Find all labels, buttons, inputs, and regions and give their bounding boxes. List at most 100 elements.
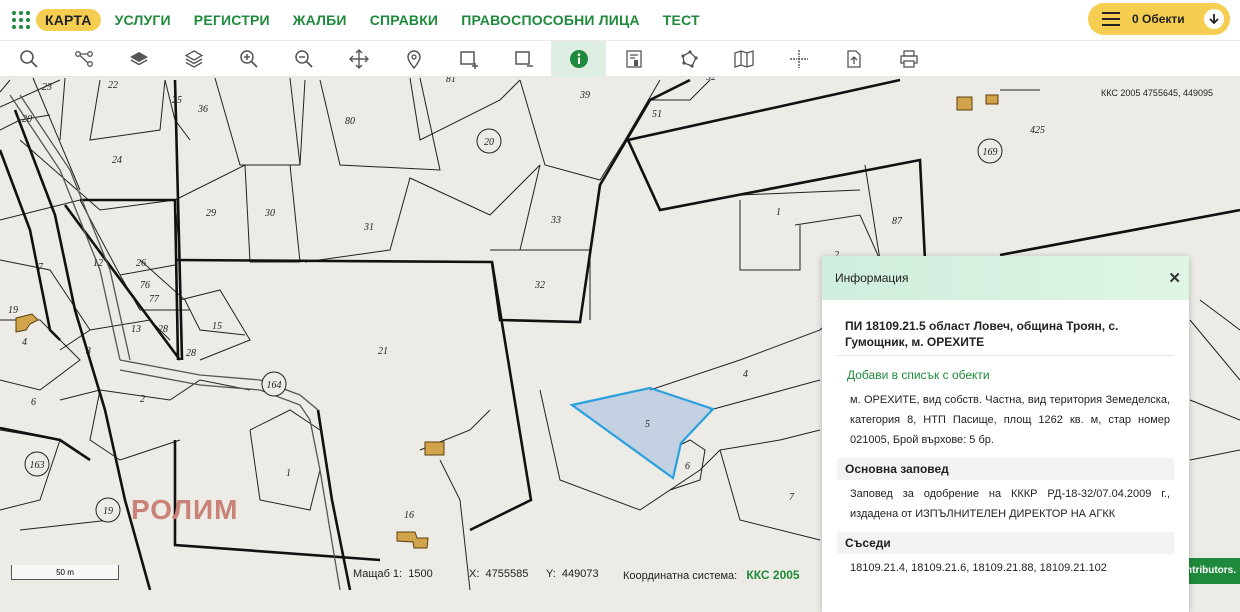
svg-text:13: 13 [131,324,141,335]
svg-text:16: 16 [404,510,414,521]
top-navigation: КАРТА УСЛУГИ РЕГИСТРИ ЖАЛБИ СПРАВКИ ПРАВ… [0,0,1240,40]
svg-text:1: 1 [776,207,781,218]
svg-text:5: 5 [645,419,650,430]
order-section-title: Основна заповед [837,458,1174,480]
svg-text:12: 12 [93,258,103,269]
coordinate-system-value: ККС 2005 [746,568,800,582]
svg-text:15: 15 [212,321,222,332]
svg-text:23: 23 [42,82,52,93]
svg-text:22: 22 [108,80,118,91]
search-icon[interactable] [1,41,56,77]
svg-text:76: 76 [140,280,150,291]
parcel-details: м. ОРЕХИТЕ, вид собств. Частна, вид тери… [850,394,1170,446]
objects-count-label: 0 Обекти [1132,12,1185,26]
neighbors-list: 18109.21.4, 18109.21.6, 18109.21.88, 181… [850,562,1107,574]
apps-grid-icon[interactable] [10,9,32,31]
y-label: Y: [546,568,556,580]
watermark-text: РОЛИМ [131,494,239,525]
download-arrow-icon[interactable] [1204,9,1224,29]
map-attribution[interactable]: ntributors. [1180,558,1240,584]
svg-text:30: 30 [264,208,275,219]
main-menu: КАРТА УСЛУГИ РЕГИСТРИ ЖАЛБИ СПРАВКИ ПРАВ… [36,9,723,31]
svg-text:169: 169 [983,147,998,158]
svg-text:28: 28 [186,348,196,359]
layers-filled-icon[interactable] [111,41,166,77]
map-toolbar [0,41,1240,77]
svg-text:7: 7 [38,262,44,273]
svg-text:25: 25 [172,95,182,106]
svg-text:87: 87 [892,216,903,227]
svg-text:81: 81 [446,77,456,85]
info-panel-header: Информация [822,256,1189,300]
svg-text:163: 163 [30,460,45,471]
document-info-icon[interactable] [606,41,661,77]
objects-button[interactable]: 0 Обекти [1088,3,1230,35]
location-pin-icon[interactable] [386,41,441,77]
svg-text:19: 19 [103,506,113,517]
scale-bar: 50 m [11,565,119,580]
rect-select-remove-icon[interactable] [496,41,551,77]
svg-text:39: 39 [579,90,590,101]
zoom-out-icon[interactable] [276,41,331,77]
svg-text:20: 20 [484,137,494,148]
nav-item-pravosposobni-litsa[interactable]: ПРАВОСПОСОБНИ ЛИЦА [461,12,640,28]
scale-value: 1500 [408,568,433,580]
svg-text:4: 4 [22,337,27,348]
add-to-list-link[interactable]: Добави в списък с обекти [847,368,1174,382]
svg-text:2: 2 [140,394,145,405]
svg-text:33: 33 [550,215,561,226]
top-coordinates-readout: ККС 2005 4755645, 449095 [1101,88,1213,98]
nav-item-karta[interactable]: КАРТА [36,9,101,31]
svg-text:4: 4 [743,369,748,380]
svg-text:20: 20 [22,114,32,125]
nav-item-zhalbi[interactable]: ЖАЛБИ [293,12,347,28]
svg-text:7: 7 [789,492,795,503]
svg-text:24: 24 [112,155,122,166]
selected-parcel-5 [569,386,715,480]
layers-outline-icon[interactable] [166,41,221,77]
route-icon[interactable] [56,41,111,77]
svg-text:31: 31 [363,222,374,233]
coordinate-system-readout: Координатна система: ККС 2005 [623,568,800,582]
x-value: 4755585 [485,568,529,580]
svg-text:21: 21 [378,346,388,357]
svg-text:29: 29 [206,208,216,219]
pan-icon[interactable] [331,41,386,77]
nav-item-registri[interactable]: РЕГИСТРИ [194,12,270,28]
info-panel: Информация ✕ ПИ 18109.21.5 област Ловеч,… [822,256,1189,612]
order-text: Заповед за одобрение на КККР РД-18-32/07… [850,488,1170,520]
svg-text:77: 77 [149,294,160,305]
y-readout: Y: 449073 [546,568,599,580]
x-readout: X: 4755585 [469,568,528,580]
svg-text:1: 1 [286,468,291,479]
parcel-title: ПИ 18109.21.5 област Ловеч, община Троян… [837,313,1174,356]
info-panel-title: Информация [835,271,909,285]
export-icon[interactable] [826,41,881,77]
rect-select-add-icon[interactable] [441,41,496,77]
hamburger-menu-icon [1102,12,1120,26]
svg-text:36: 36 [197,104,208,115]
coordinate-system-label: Координатна система: [623,570,738,582]
y-value: 449073 [561,568,599,580]
zoom-in-icon[interactable] [221,41,276,77]
close-icon[interactable]: ✕ [1168,269,1181,287]
svg-text:51: 51 [652,109,662,120]
svg-text:164: 164 [267,380,282,391]
info-icon[interactable] [551,41,606,77]
nav-item-uslugi[interactable]: УСЛУГИ [115,12,171,28]
scale-readout: Мащаб 1: 1500 [353,568,433,580]
svg-text:28: 28 [158,324,168,335]
svg-text:6: 6 [685,461,690,472]
crosshair-icon[interactable] [771,41,826,77]
nav-item-spravki[interactable]: СПРАВКИ [370,12,439,28]
map-icon[interactable] [716,41,771,77]
svg-text:80: 80 [345,116,355,127]
print-icon[interactable] [881,41,936,77]
svg-text:6: 6 [31,397,36,408]
svg-text:3: 3 [85,346,91,357]
nav-item-test[interactable]: ТЕСТ [663,12,700,28]
polygon-measure-icon[interactable] [661,41,716,77]
scale-label: Мащаб 1: [353,568,403,580]
svg-text:26: 26 [136,258,146,269]
svg-text:52: 52 [706,77,716,83]
